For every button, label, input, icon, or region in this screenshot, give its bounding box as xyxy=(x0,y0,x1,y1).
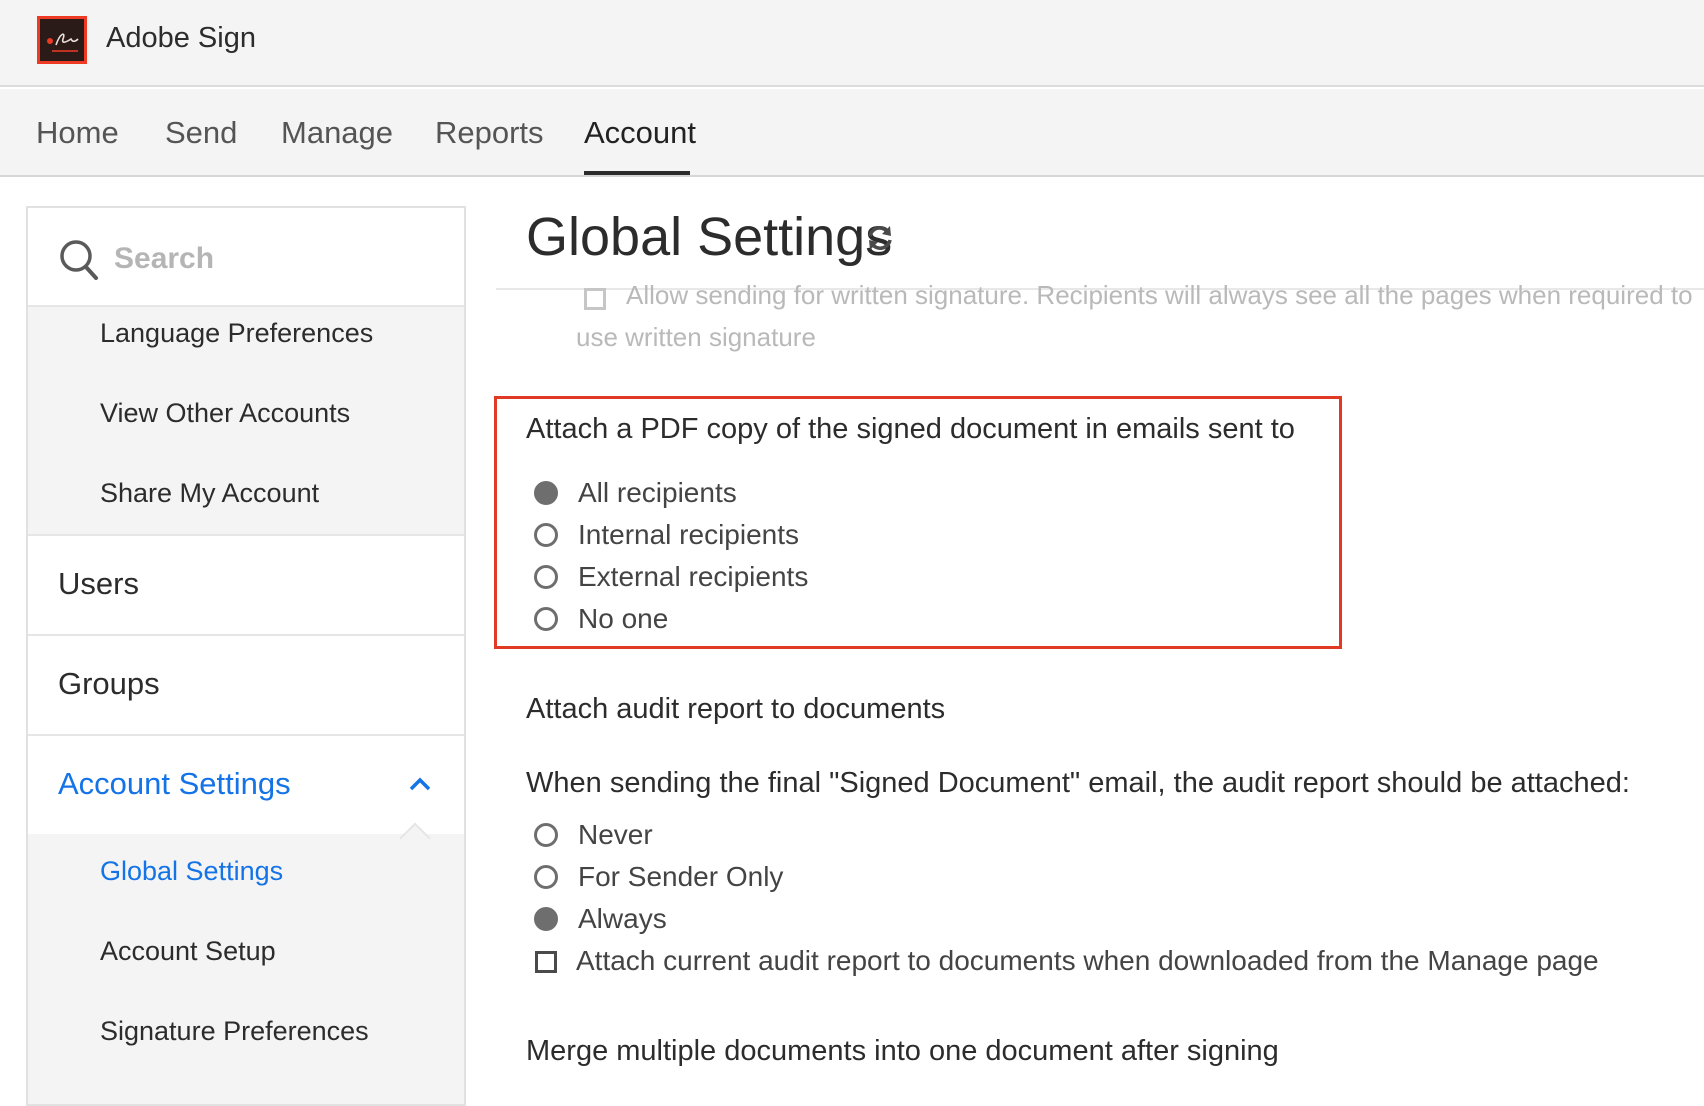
active-tab-indicator xyxy=(584,171,690,175)
nav-tab-send[interactable]: Send xyxy=(165,115,237,151)
nav-tab-reports[interactable]: Reports xyxy=(435,115,544,151)
merge-heading: Merge multiple documents into one docume… xyxy=(526,1035,1279,1067)
radio-always[interactable] xyxy=(534,907,558,931)
nav-tab-home[interactable]: Home xyxy=(36,115,119,151)
radio-for-sender-only[interactable] xyxy=(534,865,558,889)
chevron-up-icon[interactable] xyxy=(408,776,432,792)
option-label: Always xyxy=(578,903,667,934)
search-icon xyxy=(60,240,98,280)
page-title: Global Settings xyxy=(526,207,893,267)
nav-tab-account[interactable]: Account xyxy=(584,115,696,151)
sidebar-item-label: Users xyxy=(58,566,139,601)
option-label: All recipients xyxy=(578,477,737,508)
sidebar-item-label: Account Settings xyxy=(58,766,291,801)
checkbox-label: Attach current audit report to documents… xyxy=(576,945,1599,976)
sidebar-item-groups[interactable]: Groups xyxy=(28,634,464,734)
written-signature-checkbox[interactable] xyxy=(584,288,606,310)
written-signature-label-cont: use written signature xyxy=(576,322,816,352)
expanded-notch xyxy=(399,822,431,854)
option-label: Never xyxy=(578,819,653,850)
attach-pdf-heading: Attach a PDF copy of the signed document… xyxy=(526,413,1295,445)
radio-external-recipients[interactable] xyxy=(534,565,558,589)
attach-audit-download-checkbox[interactable] xyxy=(535,951,557,973)
option-label: External recipients xyxy=(578,561,809,592)
sidebar-item-view-other-accounts[interactable]: View Other Accounts xyxy=(100,398,350,429)
top-bar: Adobe Sign xyxy=(0,0,1704,87)
option-label: For Sender Only xyxy=(578,861,784,892)
sidebar-item-signature-preferences[interactable]: Signature Preferences xyxy=(100,1016,369,1047)
option-label: Internal recipients xyxy=(578,519,800,550)
sidebar-item-global-settings[interactable]: Global Settings xyxy=(100,856,283,887)
radio-internal-recipients[interactable] xyxy=(534,523,558,547)
sidebar: Search Language Preferences View Other A… xyxy=(26,206,466,1106)
sidebar-item-language-preferences[interactable]: Language Preferences xyxy=(100,318,373,349)
refresh-icon[interactable] xyxy=(864,222,896,254)
radio-no-one[interactable] xyxy=(534,607,558,631)
radio-all-recipients[interactable] xyxy=(534,481,558,505)
sidebar-item-share-my-account[interactable]: Share My Account xyxy=(100,478,319,509)
nav-tab-manage[interactable]: Manage xyxy=(281,115,393,151)
radio-never[interactable] xyxy=(534,823,558,847)
app-title: Adobe Sign xyxy=(106,22,256,54)
sidebar-item-users[interactable]: Users xyxy=(28,534,464,634)
sidebar-item-account-setup[interactable]: Account Setup xyxy=(100,936,276,967)
adobe-sign-logo-icon[interactable] xyxy=(37,16,87,64)
search-input[interactable]: Search xyxy=(114,242,214,276)
written-signature-label: Allow sending for written signature. Rec… xyxy=(626,280,1693,310)
sidebar-item-label: Groups xyxy=(58,666,160,701)
sidebar-search[interactable]: Search xyxy=(28,208,464,307)
audit-question: When sending the final "Signed Document"… xyxy=(526,767,1630,799)
audit-heading: Attach audit report to documents xyxy=(526,693,946,725)
main-nav: Home Send Manage Reports Account xyxy=(0,89,1704,177)
sidebar-item-account-settings[interactable]: Account Settings xyxy=(28,734,464,854)
option-label: No one xyxy=(578,603,669,634)
